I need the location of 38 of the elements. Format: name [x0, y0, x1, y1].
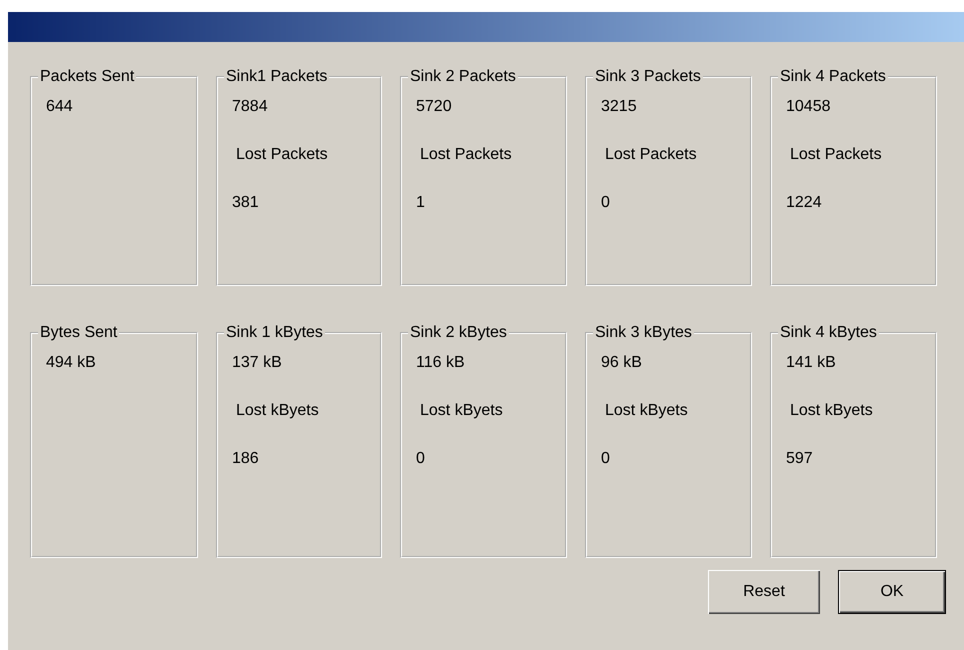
stat-label: Lost kByets: [419, 402, 504, 420]
stat-value: 494 kB: [46, 354, 97, 372]
stat-value: 381: [232, 194, 260, 212]
stat-value: 0: [601, 450, 611, 468]
stat-value: 116 kB: [416, 354, 466, 372]
stat-value: 1224: [786, 194, 823, 212]
stat-label: Lost Packets: [789, 146, 883, 164]
group-title: Sink 4 kBytes: [779, 324, 878, 342]
stat-label: Lost Packets: [604, 146, 698, 164]
stat-value: 137 kB: [232, 354, 283, 372]
group-title: Sink1 Packets: [225, 68, 328, 86]
stat-label: Lost Packets: [419, 146, 513, 164]
stat-value: 1: [416, 194, 426, 212]
stat-value: 5720: [416, 98, 453, 116]
stat-value: 0: [416, 450, 426, 468]
group-title: Sink 2 Packets: [409, 68, 517, 86]
group-title: Sink 3 kBytes: [594, 324, 693, 342]
stat-value: 597: [786, 450, 814, 468]
stat-value: 141 kB: [786, 354, 837, 372]
stat-value: 7884: [232, 98, 269, 116]
stat-label: Lost Packets: [235, 146, 329, 164]
stat-label: Lost kByets: [235, 402, 320, 420]
ok-button[interactable]: OK: [838, 570, 946, 614]
group-title: Sink 2 kBytes: [409, 324, 508, 342]
group-title: Packets Sent: [39, 68, 136, 86]
group-title: Bytes Sent: [39, 324, 118, 342]
stat-label: Lost kByets: [604, 402, 689, 420]
stat-value: 0: [601, 194, 611, 212]
stat-label: Lost kByets: [789, 402, 874, 420]
stat-value: 3215: [601, 98, 638, 116]
reset-button[interactable]: Reset: [708, 570, 820, 614]
stat-value: 186: [232, 450, 260, 468]
stat-value: 10458: [786, 98, 832, 116]
group-title: Sink 3 Packets: [594, 68, 702, 86]
stat-value: 644: [46, 98, 74, 116]
stat-value: 96 kB: [601, 354, 643, 372]
group-title: Sink 4 Packets: [779, 68, 887, 86]
group-title: Sink 1 kBytes: [225, 324, 324, 342]
